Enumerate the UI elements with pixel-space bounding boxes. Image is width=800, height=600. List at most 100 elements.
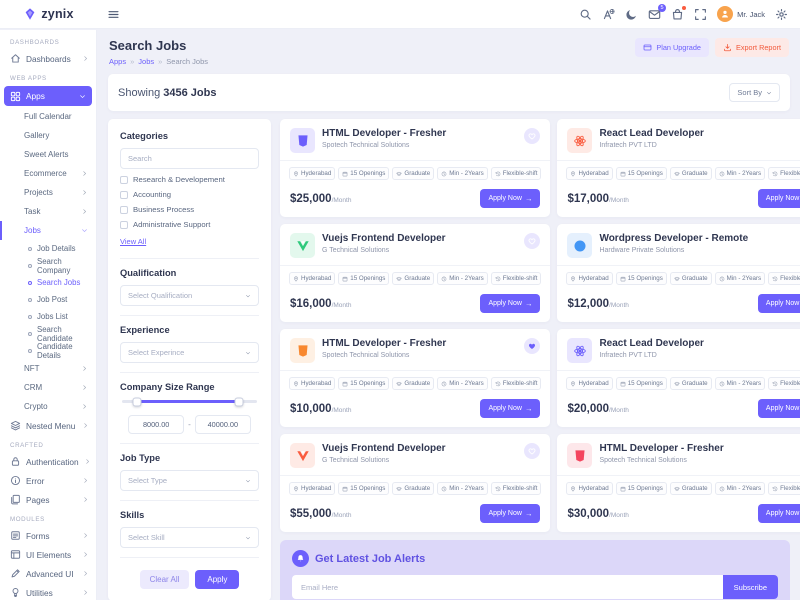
sidebar-subitem-search-jobs[interactable]: Search Jobs — [0, 274, 96, 291]
checkbox[interactable] — [120, 191, 128, 199]
brand-gem-icon — [23, 7, 37, 21]
favorite-button[interactable] — [524, 443, 540, 459]
search-icon[interactable] — [579, 8, 592, 21]
chevron-down-icon — [245, 478, 251, 484]
export-report-button[interactable]: Export Report — [715, 38, 789, 57]
sidebar-subitem-projects[interactable]: Projects — [0, 183, 96, 202]
sidebar-subitem-jobs[interactable]: Jobs — [0, 221, 96, 240]
apply-now-button[interactable]: Apply Now→ — [480, 504, 540, 523]
plan-upgrade-button[interactable]: Plan Upgrade — [635, 38, 709, 57]
qualification-select[interactable]: Select Qualification — [120, 285, 259, 306]
language-icon[interactable] — [602, 8, 615, 21]
sidebar-subitem-job-post[interactable]: Job Post — [0, 291, 96, 308]
graduate-icon — [396, 381, 402, 387]
bullet-icon — [28, 315, 32, 319]
sidebar-subitem-job-details[interactable]: Job Details — [0, 240, 96, 257]
sidebar-item-authentication[interactable]: Authentication — [0, 452, 96, 471]
sidebar-subitem-search-company[interactable]: Search Company — [0, 257, 96, 274]
brand-logo[interactable]: zynix — [0, 7, 97, 21]
sidebar-item-pages[interactable]: Pages — [0, 490, 96, 509]
job-tag-15-openings: 15 Openings — [338, 167, 389, 180]
favorite-button[interactable] — [524, 128, 540, 144]
sidebar-subitem-ecommerce[interactable]: Ecommerce — [0, 164, 96, 183]
company-size-min-input[interactable] — [128, 415, 184, 434]
category-option[interactable]: Administrative Support — [120, 220, 259, 229]
checkbox[interactable] — [120, 176, 128, 184]
job-title[interactable]: Wordpress Developer - Remote — [599, 233, 794, 244]
dark-mode-icon[interactable] — [625, 8, 638, 21]
chevron-down-icon — [79, 93, 86, 100]
fullscreen-icon[interactable] — [694, 8, 707, 21]
category-option[interactable]: Business Process — [120, 205, 259, 214]
apply-now-button[interactable]: Apply Now→ — [480, 294, 540, 313]
sidebar-subitem-sweet-alerts[interactable]: Sweet Alerts — [0, 145, 96, 164]
category-option[interactable]: Research & Developement — [120, 175, 259, 184]
email-input[interactable] — [292, 575, 778, 599]
favorite-button[interactable] — [524, 233, 540, 249]
clear-all-button[interactable]: Clear All — [140, 570, 190, 589]
job-type-select[interactable]: Select Type — [120, 470, 259, 491]
clock-icon — [719, 171, 725, 177]
sidebar-subitem-search-candidate[interactable]: Search Candidate — [0, 325, 96, 342]
job-title[interactable]: Vuejs Frontend Developer — [322, 233, 517, 244]
company-size-max-input[interactable] — [195, 415, 251, 434]
arrow-right-icon: → — [525, 194, 533, 203]
sidebar-item-apps[interactable]: Apps — [4, 86, 92, 106]
breadcrumb-jobs[interactable]: Jobs — [138, 57, 154, 66]
subscribe-button[interactable]: Subscribe — [723, 575, 778, 599]
breadcrumb-apps[interactable]: Apps — [109, 57, 126, 66]
job-title[interactable]: HTML Developer - Fresher — [322, 128, 517, 139]
apply-now-button[interactable]: Apply Now→ — [480, 399, 540, 418]
job-type-title: Job Type — [120, 453, 259, 463]
checkbox[interactable] — [120, 221, 128, 229]
history-icon — [772, 486, 778, 492]
category-option[interactable]: Accounting — [120, 190, 259, 199]
sidebar-subitem-jobs-list[interactable]: Jobs List — [0, 308, 96, 325]
sidebar-subitem-candidate-details[interactable]: Candidate Details — [0, 342, 96, 359]
categories-search-input[interactable] — [120, 148, 259, 169]
job-title[interactable]: React Lead Developer — [599, 338, 794, 349]
sidebar-item-error[interactable]: Error — [0, 471, 96, 490]
apply-now-button[interactable]: Apply Now→ — [758, 189, 800, 208]
sidebar-subitem-task[interactable]: Task — [0, 202, 96, 221]
sidebar-subitem-full-calendar[interactable]: Full Calendar — [0, 107, 96, 126]
skills-select[interactable]: Select Skill — [120, 527, 259, 548]
settings-icon[interactable] — [775, 8, 788, 21]
apply-now-button[interactable]: Apply Now→ — [480, 189, 540, 208]
sidebar-item-utilities[interactable]: Utilities — [0, 583, 96, 600]
apply-now-button[interactable]: Apply Now→ — [758, 504, 800, 523]
sidebar-subitem-crypto[interactable]: Crypto — [0, 397, 96, 416]
slider-handle-max[interactable] — [235, 397, 244, 406]
checkbox[interactable] — [120, 206, 128, 214]
sidebar-subitem-nft[interactable]: NFT — [0, 359, 96, 378]
experience-select[interactable]: Select Experince — [120, 342, 259, 363]
sidebar-item-nested-menu[interactable]: Nested Menu — [0, 416, 96, 435]
job-title[interactable]: HTML Developer - Fresher — [322, 338, 517, 349]
sidebar-subitem-crm[interactable]: CRM — [0, 378, 96, 397]
sidebar-item-ui-elements[interactable]: UI Elements — [0, 545, 96, 564]
apply-now-button[interactable]: Apply Now→ — [758, 294, 800, 313]
job-title[interactable]: React Lead Developer — [599, 128, 794, 139]
graduate-icon — [396, 276, 402, 282]
user-avatar[interactable] — [717, 6, 733, 22]
slider-handle-min[interactable] — [132, 397, 141, 406]
shopping-icon[interactable] — [671, 8, 684, 21]
sidebar-subitem-gallery[interactable]: Gallery — [0, 126, 96, 145]
user-menu[interactable]: Mr. Jack — [717, 6, 765, 22]
sidebar-item-dashboards[interactable]: Dashboards — [0, 49, 96, 68]
chevron-right-icon — [82, 55, 89, 62]
company-size-slider[interactable] — [122, 400, 257, 403]
sidebar-item-forms[interactable]: Forms — [0, 526, 96, 545]
messages-icon[interactable]: 5 — [648, 8, 661, 21]
job-title[interactable]: HTML Developer - Fresher — [599, 443, 794, 454]
job-tag-graduate: Graduate — [670, 482, 712, 495]
favorite-button[interactable] — [524, 338, 540, 354]
view-all-link[interactable]: View All — [120, 237, 146, 246]
hamburger-menu-icon[interactable] — [107, 8, 120, 21]
graduate-icon — [674, 381, 680, 387]
sort-by-dropdown[interactable]: Sort By — [729, 83, 780, 102]
apply-filters-button[interactable]: Apply — [195, 570, 239, 589]
job-title[interactable]: Vuejs Frontend Developer — [322, 443, 517, 454]
apply-now-button[interactable]: Apply Now→ — [758, 399, 800, 418]
sidebar-item-advanced-ui[interactable]: Advanced UI — [0, 564, 96, 583]
